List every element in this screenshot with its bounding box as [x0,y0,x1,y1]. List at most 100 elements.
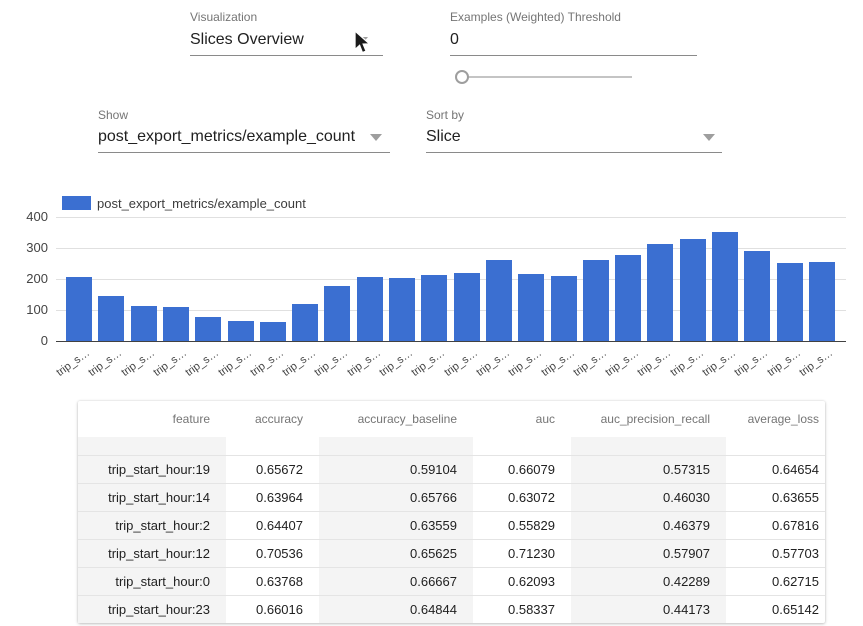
bar[interactable] [809,262,835,341]
bar[interactable] [195,317,221,341]
metric-cell: 0.63072 [473,483,571,511]
column-header[interactable]: accuracy [226,401,319,437]
bar[interactable] [66,277,92,341]
feature-cell: trip_start_hour:14 [78,483,226,511]
metric-cell: 0.65766 [319,483,473,511]
filter-cell[interactable] [571,437,726,455]
metric-cell: 0.59104 [319,455,473,483]
bar[interactable] [647,244,673,341]
visualization-underline [190,55,383,56]
threshold-label: Examples (Weighted) Threshold [450,10,621,24]
y-axis-tick-label: 200 [8,271,48,286]
bar[interactable] [324,286,350,341]
threshold-underline [450,55,697,56]
column-header[interactable]: feature [78,401,226,437]
visualization-label: Visualization [190,10,257,24]
feature-cell: trip_start_hour:23 [78,595,226,623]
column-header[interactable]: auc [473,401,571,437]
bar[interactable] [551,276,577,341]
filter-cell[interactable] [78,437,226,455]
y-axis-tick-label: 100 [8,302,48,317]
metric-cell: 0.57907 [571,539,726,567]
bar[interactable] [260,322,286,341]
feature-cell: trip_start_hour:0 [78,567,226,595]
feature-cell: trip_start_hour:2 [78,511,226,539]
metric-cell: 0.66667 [319,567,473,595]
metric-cell: 0.44173 [571,595,726,623]
sort-by-label: Sort by [426,108,464,122]
bar[interactable] [518,274,544,341]
metric-cell: 0.67816 [726,511,825,539]
x-axis-baseline [56,341,846,342]
table-row: trip_start_hour:00.637680.666670.620930.… [78,567,825,595]
y-axis-tick-label: 0 [8,333,48,348]
filter-cell[interactable] [226,437,319,455]
table-row: trip_start_hour:230.660160.648440.583370… [78,595,825,623]
legend-swatch [62,196,91,210]
bar[interactable] [680,239,706,341]
sort-by-value[interactable]: Slice [426,128,461,146]
threshold-slider-track[interactable] [462,76,632,78]
dropdown-arrow-icon[interactable] [356,37,368,44]
metric-cell: 0.42289 [571,567,726,595]
show-underline [98,152,390,153]
metric-cell: 0.64844 [319,595,473,623]
metric-cell: 0.71230 [473,539,571,567]
bar[interactable] [744,251,770,341]
metric-cell: 0.65625 [319,539,473,567]
bar[interactable] [454,273,480,341]
bar[interactable] [228,321,254,341]
table-row: trip_start_hour:140.639640.657660.630720… [78,483,825,511]
bar[interactable] [712,232,738,341]
metric-cell: 0.63655 [726,483,825,511]
bar[interactable] [98,296,124,341]
visualization-value[interactable]: Slices Overview [190,31,304,49]
y-axis-tick-label: 400 [8,209,48,224]
filter-cell[interactable] [319,437,473,455]
dropdown-arrow-icon[interactable] [703,134,715,141]
threshold-slider-handle[interactable] [455,70,469,84]
filter-row [78,437,825,455]
metric-cell: 0.62093 [473,567,571,595]
table-header-row: featureaccuracyaccuracy_baselineaucauc_p… [78,401,825,437]
show-value[interactable]: post_export_metrics/example_count [98,128,355,146]
metric-cell: 0.58337 [473,595,571,623]
show-label: Show [98,108,128,122]
filter-cell[interactable] [726,437,825,455]
bar[interactable] [486,260,512,341]
metric-cell: 0.63964 [226,483,319,511]
column-header[interactable]: auc_precision_recall [571,401,726,437]
table-row: trip_start_hour:190.656720.591040.660790… [78,455,825,483]
threshold-input[interactable]: 0 [450,31,459,49]
filter-cell[interactable] [473,437,571,455]
feature-cell: trip_start_hour:12 [78,539,226,567]
sort-by-underline [426,152,722,153]
dropdown-arrow-icon[interactable] [370,134,382,141]
metric-cell: 0.64654 [726,455,825,483]
metric-cell: 0.57315 [571,455,726,483]
legend-label: post_export_metrics/example_count [97,196,306,211]
bar[interactable] [163,307,189,341]
bar[interactable] [131,306,157,341]
metric-cell: 0.62715 [726,567,825,595]
bar[interactable] [292,304,318,341]
bar[interactable] [421,275,447,341]
gridline [56,217,846,218]
metric-cell: 0.70536 [226,539,319,567]
bar[interactable] [583,260,609,341]
metric-cell: 0.66079 [473,455,571,483]
feature-cell: trip_start_hour:19 [78,455,226,483]
column-header[interactable]: average_loss [726,401,825,437]
bar[interactable] [777,263,803,341]
column-header[interactable]: accuracy_baseline [319,401,473,437]
bar[interactable] [615,255,641,341]
metric-cell: 0.63559 [319,511,473,539]
metric-cell: 0.46030 [571,483,726,511]
metric-cell: 0.46379 [571,511,726,539]
table-row: trip_start_hour:120.705360.656250.712300… [78,539,825,567]
metric-cell: 0.63768 [226,567,319,595]
bar[interactable] [357,277,383,341]
metric-cell: 0.66016 [226,595,319,623]
y-axis-tick-label: 300 [8,240,48,255]
bar[interactable] [389,278,415,341]
